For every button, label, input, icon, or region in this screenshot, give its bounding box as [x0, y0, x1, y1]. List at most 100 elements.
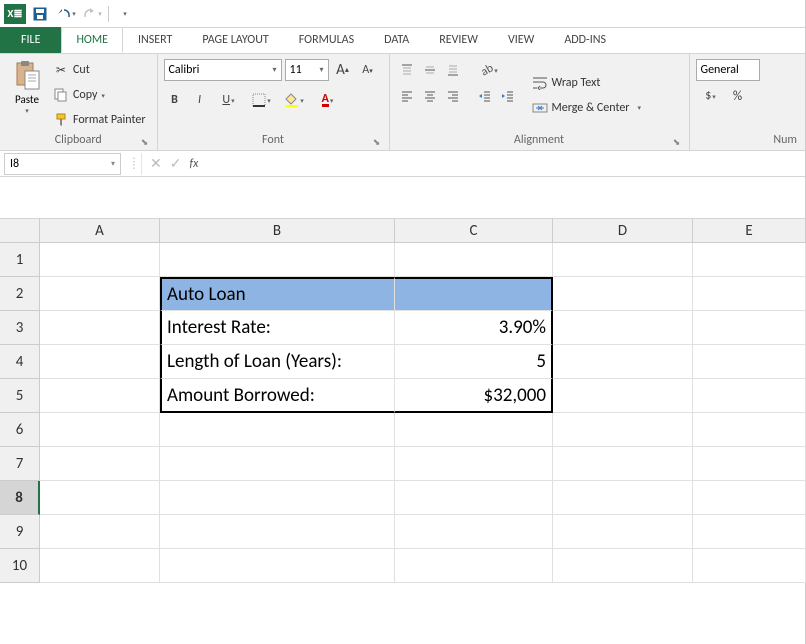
row-header-1[interactable]: 1 [0, 243, 40, 277]
cell-b5[interactable]: Amount Borrowed: [160, 379, 395, 413]
fill-color-button[interactable]: ▾ [280, 89, 310, 111]
merge-center-button[interactable]: Merge & Center▾ [529, 97, 645, 119]
name-box[interactable]: I8▾ [4, 153, 121, 175]
font-name-combo[interactable]: Calibri▾ [164, 59, 282, 81]
font-launcher[interactable]: ⬊ [371, 136, 383, 148]
row-header-5[interactable]: 5 [0, 379, 40, 413]
cell-b7[interactable] [160, 447, 395, 481]
cell-a7[interactable] [40, 447, 160, 481]
row-header-4[interactable]: 4 [0, 345, 40, 379]
font-color-button[interactable]: A▾ [313, 89, 343, 111]
tab-addins[interactable]: ADD-INS [549, 27, 621, 53]
align-middle-button[interactable] [419, 59, 441, 81]
grow-font-button[interactable]: A▴ [332, 59, 354, 81]
cell-c1[interactable] [395, 243, 553, 277]
cell-b1[interactable] [160, 243, 395, 277]
cell-a1[interactable] [40, 243, 160, 277]
alignment-launcher[interactable]: ⬊ [671, 136, 683, 148]
row-header-10[interactable]: 10 [0, 549, 40, 583]
cell-e2[interactable] [693, 277, 806, 311]
cell-e4[interactable] [693, 345, 806, 379]
paste-button[interactable]: Paste ▾ [6, 57, 48, 133]
cell-d7[interactable] [553, 447, 693, 481]
cell-b9[interactable] [160, 515, 395, 549]
enter-formula-button[interactable]: ✓ [170, 155, 182, 172]
row-header-7[interactable]: 7 [0, 447, 40, 481]
tab-insert[interactable]: INSERT [123, 27, 187, 53]
tab-page-layout[interactable]: PAGE LAYOUT [187, 27, 283, 53]
cell-a3[interactable] [40, 311, 160, 345]
align-center-button[interactable] [419, 85, 441, 107]
cell-c8[interactable] [395, 481, 553, 515]
percent-button[interactable]: % [727, 85, 749, 107]
col-header-c[interactable]: C [395, 219, 553, 243]
row-header-9[interactable]: 9 [0, 515, 40, 549]
align-top-button[interactable] [396, 59, 418, 81]
cell-b6[interactable] [160, 413, 395, 447]
cell-b4[interactable]: Length of Loan (Years): [160, 345, 395, 379]
underline-button[interactable]: U▾ [214, 89, 244, 111]
cell-c2[interactable] [395, 277, 553, 311]
select-all-corner[interactable] [0, 219, 40, 243]
cut-button[interactable]: ✂Cut [50, 59, 149, 81]
italic-button[interactable]: I [189, 89, 211, 111]
cell-d10[interactable] [553, 549, 693, 583]
cell-e6[interactable] [693, 413, 806, 447]
cell-a9[interactable] [40, 515, 160, 549]
cell-d8[interactable] [553, 481, 693, 515]
undo-button[interactable]: ▾ [54, 3, 78, 25]
font-size-combo[interactable]: 11▾ [285, 59, 329, 81]
formula-input[interactable] [206, 154, 805, 174]
col-header-b[interactable]: B [160, 219, 395, 243]
increase-indent-button[interactable] [497, 85, 519, 107]
cell-c7[interactable] [395, 447, 553, 481]
customize-qat-button[interactable]: ▾ [113, 3, 137, 25]
cell-c6[interactable] [395, 413, 553, 447]
cell-e1[interactable] [693, 243, 806, 277]
cell-c9[interactable] [395, 515, 553, 549]
cell-e10[interactable] [693, 549, 806, 583]
col-header-a[interactable]: A [40, 219, 160, 243]
cell-c5[interactable]: $32,000 [395, 379, 553, 413]
cell-e7[interactable] [693, 447, 806, 481]
align-right-button[interactable] [442, 85, 464, 107]
fx-icon[interactable]: fx [189, 157, 198, 171]
cell-e5[interactable] [693, 379, 806, 413]
row-header-2[interactable]: 2 [0, 277, 40, 311]
cell-b8[interactable] [160, 481, 395, 515]
cell-a8[interactable] [40, 481, 160, 515]
clipboard-launcher[interactable]: ⬊ [139, 136, 151, 148]
cell-d3[interactable] [553, 311, 693, 345]
cell-d9[interactable] [553, 515, 693, 549]
cell-a4[interactable] [40, 345, 160, 379]
align-left-button[interactable] [396, 85, 418, 107]
cell-d5[interactable] [553, 379, 693, 413]
redo-button[interactable]: ▾ [80, 3, 104, 25]
borders-button[interactable]: ▾ [247, 89, 277, 111]
row-header-6[interactable]: 6 [0, 413, 40, 447]
cell-a2[interactable] [40, 277, 160, 311]
copy-button[interactable]: Copy▾ [50, 84, 149, 106]
tab-view[interactable]: VIEW [493, 27, 549, 53]
tab-file[interactable]: FILE [0, 27, 61, 53]
cell-c3[interactable]: 3.90% [395, 311, 553, 345]
cell-d2[interactable] [553, 277, 693, 311]
cell-a6[interactable] [40, 413, 160, 447]
cell-c4[interactable]: 5 [395, 345, 553, 379]
cell-a5[interactable] [40, 379, 160, 413]
format-painter-button[interactable]: Format Painter [50, 109, 149, 131]
cell-e3[interactable] [693, 311, 806, 345]
tab-data[interactable]: DATA [369, 27, 424, 53]
cell-b2[interactable]: Auto Loan [160, 277, 395, 311]
col-header-d[interactable]: D [553, 219, 693, 243]
cell-b10[interactable] [160, 549, 395, 583]
cell-a10[interactable] [40, 549, 160, 583]
cell-e8[interactable] [693, 481, 806, 515]
tab-formulas[interactable]: FORMULAS [284, 27, 369, 53]
shrink-font-button[interactable]: A▾ [357, 59, 379, 81]
wrap-text-button[interactable]: Wrap Text [529, 72, 645, 94]
bold-button[interactable]: B [164, 89, 186, 111]
save-button[interactable] [28, 3, 52, 25]
decrease-indent-button[interactable] [474, 85, 496, 107]
orientation-button[interactable]: ab▾ [474, 59, 504, 81]
